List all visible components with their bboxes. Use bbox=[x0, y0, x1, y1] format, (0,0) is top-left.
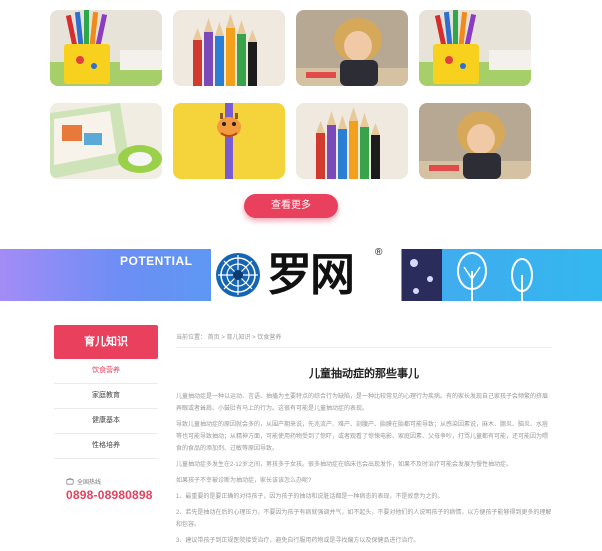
gallery-image-7[interactable] bbox=[296, 103, 408, 179]
sidebar-item-health-basics[interactable]: 健康基本 bbox=[54, 409, 158, 434]
gallery-image-6[interactable] bbox=[173, 103, 285, 179]
logo-text: 罗网 bbox=[267, 248, 355, 301]
article-paragraph: 1、最重要的是要正确的对待孩子，因为孩子的抽动和说脏话都是一种病态的表现，不是故… bbox=[176, 494, 444, 500]
contact-block: 全国热线 0898-08980898 bbox=[66, 477, 166, 502]
girl-drawing-image bbox=[419, 103, 531, 179]
article-paragraph: 导致儿童抽动症的原因就会多的，从围产期来说，先兆流产、难产、剖腹产、胎膜在胎都可… bbox=[176, 422, 549, 452]
gallery-image-1[interactable] bbox=[50, 10, 162, 86]
banner-decoration bbox=[402, 249, 533, 301]
phone-icon bbox=[66, 478, 74, 485]
pencil-cup-image bbox=[50, 10, 162, 86]
contact-label: 全国热线 bbox=[77, 480, 102, 486]
gallery-image-2[interactable] bbox=[173, 10, 285, 86]
banner-potential-text: POTENTIAL bbox=[120, 254, 193, 268]
breadcrumb-divider bbox=[176, 347, 552, 348]
logo-spider-icon bbox=[216, 253, 260, 297]
pencil-cup-image bbox=[419, 10, 531, 86]
article-paragraph: 3、建议带孩子到正规医院接受治疗，避免自行服用药物或是寻找偏方以及保健品进行治疗… bbox=[176, 538, 420, 544]
girl-drawing-image bbox=[296, 10, 408, 86]
article-title: 儿童抽动症的那些事儿 bbox=[309, 368, 419, 380]
colored-pencils-image bbox=[173, 10, 285, 86]
view-more-button[interactable]: 查看更多 bbox=[244, 194, 338, 218]
gallery-image-4[interactable] bbox=[419, 10, 531, 86]
article-paragraph: 儿童抽动症多发生在2-12岁之间，男孩多于女孩。很多抽动症在临床也会出现发作，如… bbox=[176, 462, 513, 468]
article-body: 儿童抽动症是一种以运动、言语、抽搐为主要特点的综合行为缺陷，是一种比较常见的心理… bbox=[176, 391, 552, 551]
contact-phone: 0898-08980898 bbox=[66, 488, 153, 502]
gallery-image-5[interactable] bbox=[50, 103, 162, 179]
content-section: 育儿知识 饮食营养 家庭教育 健康基本 性格培养 全国热线 0898-08980… bbox=[0, 305, 602, 550]
children-book-image bbox=[50, 103, 162, 179]
sidebar: 育儿知识 饮食营养 家庭教育 健康基本 性格培养 全国热线 0898-08980… bbox=[54, 325, 158, 502]
sidebar-item-character-training[interactable]: 性格培养 bbox=[54, 434, 158, 459]
giraffe-pencil-image bbox=[173, 103, 285, 179]
sidebar-title: 育儿知识 bbox=[54, 325, 158, 359]
breadcrumb: 当前位置： 首页 > 育儿知识 > 饮食营养 bbox=[176, 335, 282, 341]
article-paragraph: 儿童抽动症是一种以运动、言语、抽搐为主要特点的综合行为缺陷，是一种比较常见的心理… bbox=[176, 394, 549, 412]
sidebar-item-diet-nutrition[interactable]: 饮食营养 bbox=[54, 359, 158, 384]
colored-pencils-image bbox=[296, 103, 408, 179]
article-paragraph: 2、若先是抽动在后的心理压力，不要因为孩子有病就强调并气，如不起头，不要对他们的… bbox=[176, 510, 552, 528]
sidebar-item-family-education[interactable]: 家庭教育 bbox=[54, 384, 158, 409]
gallery-image-8[interactable] bbox=[419, 103, 531, 179]
gallery-image-3[interactable] bbox=[296, 10, 408, 86]
brand-logo: 罗网 ® bbox=[211, 245, 401, 305]
article-paragraph: 如果孩子不幸被诊断为抽动症，家长该该怎么办呢? bbox=[176, 478, 312, 484]
registered-mark: ® bbox=[375, 247, 383, 258]
